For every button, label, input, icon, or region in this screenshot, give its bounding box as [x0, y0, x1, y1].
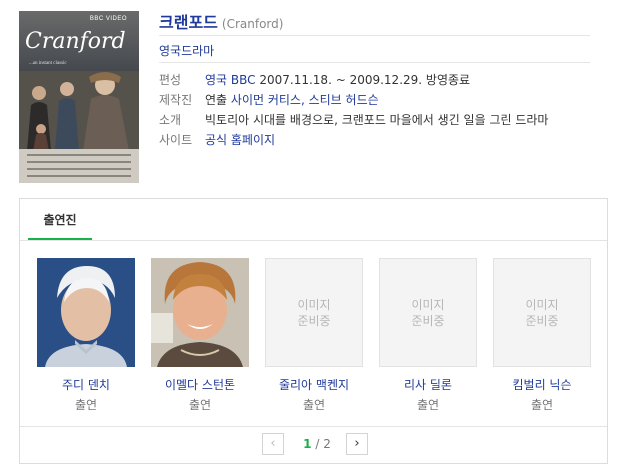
info-row-site: 사이트 공식 홈페이지 [159, 130, 548, 150]
divider [20, 426, 607, 427]
title-row: 크랜포드 (Cranford) [159, 9, 590, 36]
info-row-synopsis: 소개 빅토리아 시대를 배경으로, 크랜포드 마을에서 생긴 일을 그린 드라마 [159, 110, 548, 130]
cast-tab-bar: 출연진 [20, 199, 607, 241]
chevron-right-icon: › [354, 436, 360, 451]
chevron-left-icon: ‹ [270, 436, 276, 451]
current-page: 1 [303, 437, 312, 451]
info-label-production: 제작진 [159, 93, 193, 107]
tab-cast[interactable]: 출연진 [28, 199, 92, 240]
poster-title: Cranford [25, 29, 126, 54]
poster-figures [19, 71, 139, 151]
cast-photo-placeholder[interactable]: 이미지 준비중 [265, 258, 363, 367]
cast-card[interactable]: 이미지 준비중 리사 딜론 출연 [379, 258, 477, 413]
placeholder-text: 준비중 [297, 313, 331, 328]
cast-card[interactable]: 주디 덴치 출연 [37, 258, 135, 413]
cast-panel: 출연진 주디 덴치 출연 이멜다 스턴톤 출연 이미지 준비중 줄리아 맥켄지 … [19, 198, 608, 464]
poster-image[interactable]: BBC VIDEO Cranford ...an instant classic [19, 11, 139, 183]
placeholder-text: 준비중 [411, 313, 445, 328]
cast-name[interactable]: 리사 딜론 [379, 376, 477, 393]
genre-link[interactable]: 영국드라마 [159, 42, 214, 59]
cast-card[interactable]: 이미지 준비중 줄리아 맥켄지 출연 [265, 258, 363, 413]
prev-page-button[interactable]: ‹ [262, 433, 284, 455]
page-title-english: (Cranford) [221, 17, 284, 31]
poster-tagline: ...an instant classic [29, 61, 67, 66]
poster-credits [19, 149, 139, 183]
cast-photo-placeholder[interactable]: 이미지 준비중 [379, 258, 477, 367]
info-row-broadcast: 편성 영국 BBC 2007.11.18. ~ 2009.12.29. 방영종료 [159, 70, 548, 90]
cast-card[interactable]: 이미지 준비중 킴벌리 닉슨 출연 [493, 258, 591, 413]
cast-role: 출연 [188, 398, 212, 412]
info-list: 편성 영국 BBC 2007.11.18. ~ 2009.12.29. 방영종료 … [159, 70, 548, 150]
poster-bbc-label: BBC VIDEO [89, 16, 127, 22]
total-pages: 2 [323, 437, 331, 451]
placeholder-text: 준비중 [525, 313, 559, 328]
page-title[interactable]: 크랜포드 [159, 13, 218, 32]
info-label-synopsis: 소개 [159, 113, 182, 127]
next-page-button[interactable]: › [346, 433, 368, 455]
cast-card[interactable]: 이멜다 스턴톤 출연 [151, 258, 249, 413]
info-row-production: 제작진 연출 사이먼 커티스, 스티브 허드슨 [159, 90, 548, 110]
cast-role: 출연 [416, 398, 440, 412]
cast-role: 출연 [530, 398, 554, 412]
page-indicator: 1 / 2 [292, 437, 342, 451]
cast-role: 출연 [302, 398, 326, 412]
broadcast-period: 2007.11.18. ~ 2009.12.29. 방영종료 [259, 73, 471, 87]
cast-photo[interactable] [151, 258, 249, 367]
director-links[interactable]: 사이먼 커티스, 스티브 허드슨 [231, 93, 379, 107]
cast-name[interactable]: 이멜다 스턴톤 [151, 376, 249, 393]
cast-name[interactable]: 줄리아 맥켄지 [265, 376, 363, 393]
info-label-broadcast: 편성 [159, 73, 182, 87]
cast-role: 출연 [74, 398, 98, 412]
cast-name[interactable]: 주디 덴치 [37, 376, 135, 393]
placeholder-text: 이미지 [411, 297, 445, 312]
official-site-link[interactable]: 공식 홈페이지 [205, 133, 275, 147]
placeholder-text: 이미지 [297, 297, 331, 312]
cast-name[interactable]: 킴벌리 닉슨 [493, 376, 591, 393]
page-separator: / [315, 437, 320, 451]
placeholder-text: 이미지 [525, 297, 559, 312]
cast-photo[interactable] [37, 258, 135, 367]
info-label-site: 사이트 [159, 133, 193, 147]
production-role: 연출 [205, 93, 228, 107]
broadcaster-link[interactable]: 영국 BBC [205, 73, 256, 87]
synopsis-text: 빅토리아 시대를 배경으로, 크랜포드 마을에서 생긴 일을 그린 드라마 [205, 113, 549, 127]
cast-photo-placeholder[interactable]: 이미지 준비중 [493, 258, 591, 367]
divider [159, 62, 590, 63]
